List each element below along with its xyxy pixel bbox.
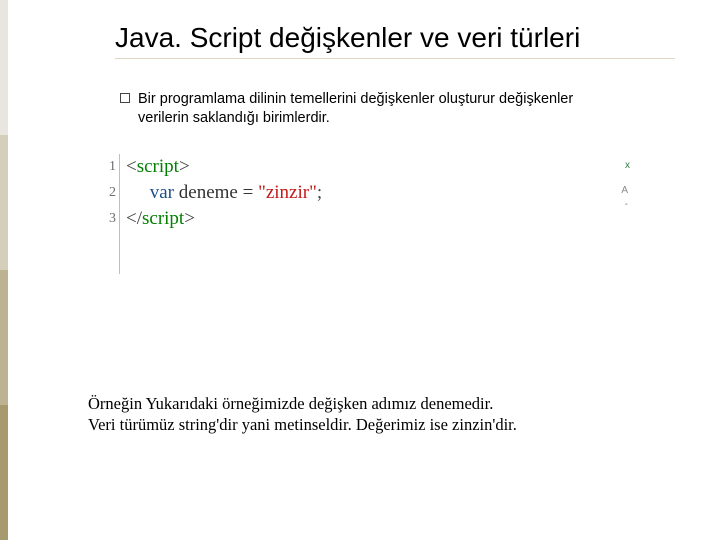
code-example: 1 2 3 <script> var deneme = "zinzir"; </… [104,154,636,274]
code-token: < [126,156,137,177]
code-gutter: 1 2 3 [104,154,120,274]
code-token: </ [126,208,142,229]
left-accent-seg [0,0,8,135]
code-token: var [150,182,174,203]
code-token: script [142,208,184,229]
badge-mark-icon: x [625,160,630,171]
bullet-square-icon [120,93,130,103]
code-token: ; [317,182,322,203]
code-body: <script> var deneme = "zinzir"; </script… [126,154,322,232]
code-token: "zinzir" [258,182,317,203]
explanation-block: Örneğin Yukarıdaki örneğimizde değişken … [88,393,648,436]
slide-title-block: Java. Script değişkenler ve veri türleri [115,23,705,59]
left-accent-seg [0,135,8,270]
code-token: > [184,208,195,229]
line-number: 3 [104,206,119,232]
code-token: = [243,182,254,203]
explanation-line: Veri türümüz string'dir yani metinseldir… [88,414,648,435]
bullet-text: Bir programlama dilinin temellerini deği… [138,90,600,128]
title-underline [115,58,675,59]
side-marker: - [608,198,628,212]
explanation-line: Örneğin Yukarıdaki örneğimizde değişken … [88,393,648,414]
left-accent-bar [0,0,8,540]
code-token: deneme [179,182,238,203]
side-marker: A [608,184,628,198]
left-accent-seg [0,270,8,405]
bullet-item: Bir programlama dilinin temellerini deği… [120,90,600,128]
line-number: 1 [104,154,119,180]
slide-title: Java. Script değişkenler ve veri türleri [115,23,705,54]
code-token: script [137,156,179,177]
left-accent-seg [0,405,8,540]
line-number: 2 [104,180,119,206]
side-markers: A - [608,184,628,214]
code-token: > [179,156,190,177]
